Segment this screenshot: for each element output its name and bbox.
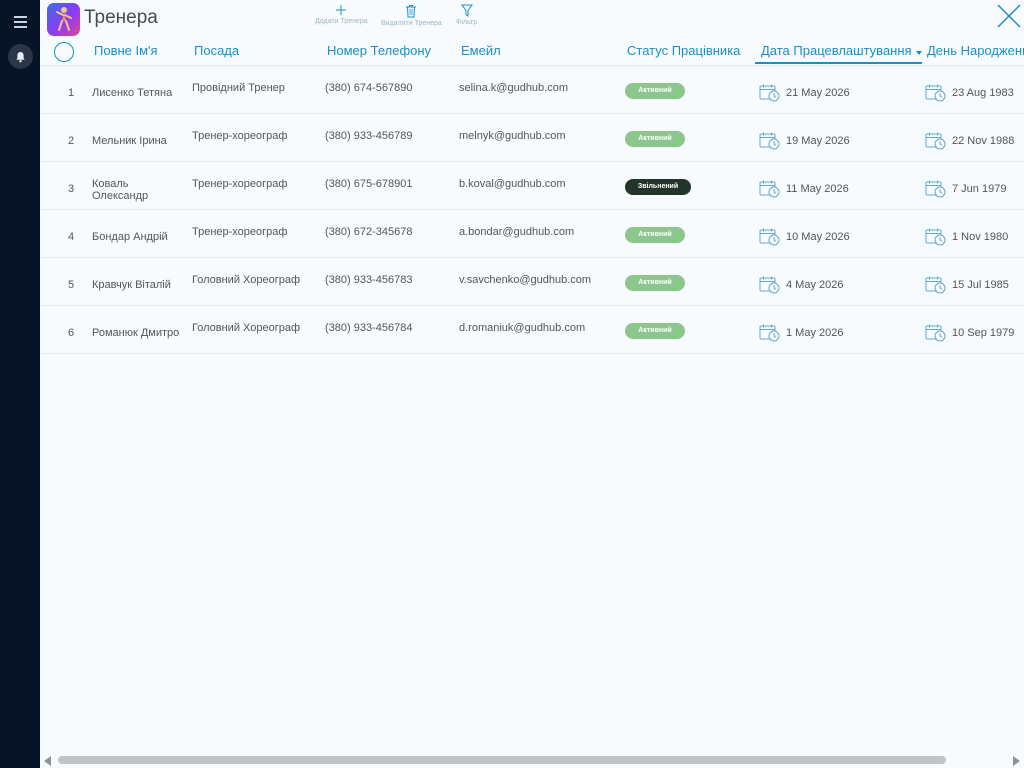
table-header: Повне Ім'я Посада Номер Телефону Емейл С…	[40, 39, 1024, 66]
add-trainer-label: Додати Тренера	[315, 18, 368, 25]
status-badge: Активний	[625, 323, 685, 339]
filter-button[interactable]: Фільтр	[456, 4, 477, 26]
row-phone: (380) 672-345678	[325, 226, 413, 238]
table-row[interactable]: 5 Кравчук Віталій Головний Хореограф (38…	[40, 258, 1024, 306]
row-phone: (380) 675-678901	[325, 178, 413, 190]
sidebar	[0, 0, 40, 768]
scroll-right-arrow-icon[interactable]	[1013, 756, 1020, 766]
row-phone: (380) 933-456784	[325, 322, 413, 334]
calendar-clock-icon	[925, 180, 946, 198]
status-badge: Активний	[625, 83, 685, 99]
row-number: 2	[67, 135, 75, 147]
select-all-checkbox[interactable]	[54, 42, 74, 62]
column-header-hire-date-label: Дата Працевлаштування	[761, 43, 912, 58]
status-badge: Звільнений	[625, 179, 691, 195]
table-row[interactable]: 3 Коваль Олександр Тренер-хореограф (380…	[40, 162, 1024, 210]
table-body: 1 Лисенко Тетяна Провідний Тренер (380) …	[40, 66, 1024, 354]
calendar-clock-icon	[925, 84, 946, 102]
table-row[interactable]: 6 Романюк Дмитро Головний Хореограф (380…	[40, 306, 1024, 354]
sort-desc-icon	[916, 51, 922, 55]
delete-trainer-button[interactable]: Видалити Тренера	[381, 4, 442, 27]
filter-label: Фільтр	[456, 19, 478, 26]
row-email: b.koval@gudhub.com	[459, 178, 566, 190]
column-header-status[interactable]: Статус Працівника	[627, 43, 740, 58]
table-row[interactable]: 4 Бондар Андрій Тренер-хореограф (380) 6…	[40, 210, 1024, 258]
delete-trainer-label: Видалити Тренера	[381, 20, 442, 27]
row-email: melnyk@gudhub.com	[459, 130, 566, 142]
bell-icon[interactable]	[8, 44, 33, 69]
horizontal-scrollbar[interactable]	[40, 754, 1024, 768]
row-birthday: 1 Nov 1980	[952, 231, 1009, 243]
calendar-clock-icon	[759, 228, 780, 246]
calendar-clock-icon	[759, 132, 780, 150]
add-trainer-button[interactable]: Додати Тренера	[315, 4, 368, 25]
row-hire-date: 11 May 2026	[786, 183, 849, 195]
column-header-phone[interactable]: Номер Телефону	[327, 43, 431, 58]
close-x-icon[interactable]	[996, 3, 1022, 29]
row-birthday: 10 Sep 1979	[952, 327, 1015, 339]
row-phone: (380) 933-456789	[325, 130, 413, 142]
row-email: selina.k@gudhub.com	[459, 82, 569, 94]
row-hire-date: 19 May 2026	[786, 135, 850, 147]
column-header-position[interactable]: Посада	[194, 43, 239, 58]
table-row[interactable]: 1 Лисенко Тетяна Провідний Тренер (380) …	[40, 66, 1024, 114]
row-email: d.romaniuk@gudhub.com	[459, 322, 586, 334]
calendar-clock-icon	[759, 180, 780, 198]
row-name: Коваль Олександр	[92, 178, 149, 202]
status-badge: Активний	[625, 275, 685, 291]
row-phone: (380) 674-567890	[325, 82, 413, 94]
plus-icon	[336, 5, 347, 15]
scrollbar-thumb[interactable]	[58, 756, 946, 764]
row-phone: (380) 933-456783	[325, 274, 413, 286]
scroll-left-arrow-icon[interactable]	[44, 756, 51, 766]
row-number: 4	[67, 231, 75, 243]
row-hire-date: 1 May 2026	[786, 327, 844, 339]
table-row[interactable]: 2 Мельник Ірина Тренер-хореограф (380) 9…	[40, 114, 1024, 162]
calendar-clock-icon	[759, 324, 780, 342]
row-hire-date: 21 May 2026	[786, 87, 850, 99]
row-position: Тренер-хореограф	[192, 178, 288, 190]
column-header-hire-date[interactable]: Дата Працевлаштування	[755, 43, 922, 64]
column-header-email[interactable]: Емейл	[461, 43, 501, 58]
funnel-icon	[460, 4, 473, 17]
trash-icon	[406, 5, 417, 18]
row-position: Тренер-хореограф	[192, 226, 288, 238]
row-number: 1	[67, 87, 75, 99]
row-position: Головний Хореограф	[192, 274, 301, 286]
row-birthday: 15 Jul 1985	[952, 279, 1009, 291]
row-name: Мельник Ірина	[92, 135, 167, 147]
row-email: v.savchenko@gudhub.com	[459, 274, 592, 286]
row-position: Провідний Тренер	[192, 82, 285, 94]
calendar-clock-icon	[925, 228, 946, 246]
row-email: a.bondar@gudhub.com	[459, 226, 575, 238]
calendar-clock-icon	[925, 324, 946, 342]
row-name: Романюк Дмитро	[92, 327, 180, 339]
column-header-birthday[interactable]: День Народження	[927, 43, 1024, 58]
dancer-app-icon	[47, 3, 80, 36]
calendar-clock-icon	[759, 276, 780, 294]
row-birthday: 22 Nov 1988	[952, 135, 1015, 147]
row-position: Тренер-хореограф	[192, 130, 288, 142]
row-position: Головний Хореограф	[192, 322, 301, 334]
row-name: Лисенко Тетяна	[92, 87, 173, 99]
hamburger-menu-icon[interactable]	[10, 13, 30, 31]
row-hire-date: 4 May 2026	[786, 279, 844, 291]
main-area: Тренера Додати Тренера Видалити Тренера …	[40, 0, 1024, 768]
row-birthday: 23 Aug 1983	[952, 87, 1014, 99]
row-name: Кравчук Віталій	[92, 279, 171, 291]
status-badge: Активний	[625, 227, 685, 243]
status-badge: Активний	[625, 131, 685, 147]
row-hire-date: 10 May 2026	[786, 231, 850, 243]
calendar-clock-icon	[925, 276, 946, 294]
row-number: 5	[67, 279, 75, 291]
row-number: 6	[67, 327, 75, 339]
calendar-clock-icon	[925, 132, 946, 150]
page-title: Тренера	[84, 7, 158, 28]
row-number: 3	[67, 183, 75, 195]
calendar-clock-icon	[759, 84, 780, 102]
column-header-name[interactable]: Повне Ім'я	[94, 43, 158, 58]
row-name: Бондар Андрій	[92, 231, 168, 243]
row-birthday: 7 Jun 1979	[952, 183, 1007, 195]
